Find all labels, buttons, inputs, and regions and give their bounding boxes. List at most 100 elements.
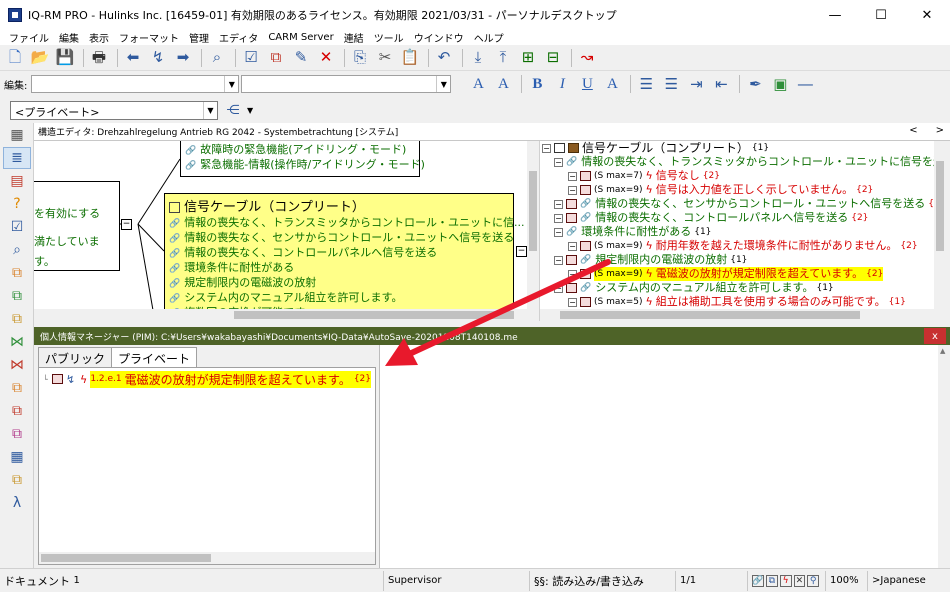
- expand-tree-icon[interactable]: ⊞: [517, 47, 539, 69]
- vertical-scrollbar[interactable]: ▲: [938, 345, 950, 568]
- nav-next-button[interactable]: >: [936, 125, 944, 136]
- collapse-toggle[interactable]: −: [554, 199, 563, 209]
- pencil-icon[interactable]: ✎: [290, 47, 312, 69]
- vertical-scrollbar[interactable]: [934, 141, 946, 321]
- scroll-up-icon[interactable]: ▲: [940, 347, 945, 355]
- pim-list[interactable]: └ ↯ ϟ 1.2.e.1 電磁波の放射が規定制限を超えています。 {2}: [38, 367, 376, 565]
- collapse-tree-icon[interactable]: ⊟: [542, 47, 564, 69]
- tree-row[interactable]: − (S max=9) ϟ 耐用年数を越えた環境条件に耐性がありません。 {2}: [568, 239, 918, 253]
- open-folder-icon[interactable]: 📂: [29, 47, 51, 69]
- close-filter-icon[interactable]: ✕: [793, 574, 806, 587]
- collapse-toggle[interactable]: −: [554, 213, 563, 223]
- collapse-toggle[interactable]: −: [516, 246, 527, 257]
- share-network-icon[interactable]: ⋲: [222, 99, 244, 121]
- tree-row[interactable]: − (S max=9) ϟ 信号は入力値を正しく示していません。 {2}: [568, 183, 873, 197]
- undo-icon[interactable]: ↶: [433, 47, 455, 69]
- indent-icon[interactable]: ⇥: [685, 73, 707, 95]
- tree-yellow-alt-icon[interactable]: ⧉: [3, 469, 31, 491]
- pim-close-button[interactable]: x: [924, 328, 946, 344]
- underline-button[interactable]: U: [576, 73, 598, 95]
- horizontal-scrollbar[interactable]: [540, 309, 935, 321]
- network-green-icon[interactable]: ⋈: [3, 331, 31, 353]
- tree-row[interactable]: − (S max=5) ϟ 組立は補助工具を使用する場合のみ可能です。 {1}: [568, 295, 906, 309]
- emergency-function-node[interactable]: 🔗 故障時の緊急機能(アイドリング・モード) 🔗 緊急機能-情報(操作時/アイドリン…: [180, 141, 425, 177]
- vertical-scrollbar[interactable]: [527, 141, 539, 321]
- copy-icon[interactable]: ⎘: [349, 47, 371, 69]
- search-list-icon[interactable]: ⌕: [3, 239, 31, 261]
- structure-graph[interactable]: 🔗 故障時の緊急機能(アイドリング・モード) 🔗 緊急機能-情報(操作時/アイドリン…: [34, 141, 539, 321]
- grow-font-button[interactable]: A: [467, 73, 489, 95]
- back-arrow-icon[interactable]: ⬅: [122, 47, 144, 69]
- save-icon[interactable]: 💾: [54, 47, 76, 69]
- signal-cable-node[interactable]: 信号ケーブル（コンプリート） 🔗 情報の喪失なく、トランスミッタからコントロール・…: [164, 193, 525, 319]
- chevron-down-icon[interactable]: ▼: [203, 101, 217, 119]
- menu-link[interactable]: 連結: [344, 30, 364, 45]
- italic-button[interactable]: I: [551, 73, 573, 95]
- tree-row[interactable]: − 🔗 規定制限内の電磁波の放射 {1}: [554, 253, 747, 267]
- tree-row[interactable]: − 🔗 情報の喪失なく、センサからコントロール・ユニットへ信号を送る {2}: [554, 197, 945, 211]
- tree-green-icon[interactable]: ⧉: [3, 285, 31, 307]
- new-document-icon[interactable]: 🗋: [4, 47, 26, 69]
- collapse-toggle[interactable]: −: [568, 241, 577, 251]
- menu-help[interactable]: ヘルプ: [474, 30, 504, 45]
- chevron-down-icon[interactable]: ▼: [436, 76, 450, 92]
- outdent-icon[interactable]: ⇤: [710, 73, 732, 95]
- menu-carm-server[interactable]: CARM Server: [268, 32, 333, 43]
- tree-row-selected[interactable]: − (S max=9) ϟ 電磁波の放射が規定制限を超えています。 {2}: [568, 267, 884, 281]
- jump-icon[interactable]: ↯: [147, 47, 169, 69]
- menu-view[interactable]: 表示: [89, 30, 109, 45]
- bold-button[interactable]: B: [526, 73, 548, 95]
- menu-edit[interactable]: 編集: [59, 30, 79, 45]
- bullet-list-icon[interactable]: ☰: [660, 73, 682, 95]
- link-icon[interactable]: ↝: [576, 47, 598, 69]
- structure-tree[interactable]: − 信号ケーブル（コンプリート） {1} − 🔗 情報の喪失なく、トランスミッタ…: [539, 141, 946, 321]
- collapse-toggle[interactable]: −: [568, 269, 577, 279]
- collapse-toggle[interactable]: −: [554, 283, 563, 293]
- font-color-button[interactable]: A: [601, 73, 623, 95]
- scroll-thumb[interactable]: [560, 311, 860, 319]
- horizontal-scrollbar[interactable]: [34, 309, 527, 321]
- image-icon[interactable]: ▣: [769, 73, 791, 95]
- list-item[interactable]: └ ↯ ϟ 1.2.e.1 電磁波の放射が規定制限を超えています。 {2}: [43, 370, 372, 388]
- numbered-list-icon[interactable]: ☰: [635, 73, 657, 95]
- chevron-down-icon[interactable]: ▼: [247, 106, 253, 115]
- menu-tools[interactable]: ツール: [374, 30, 404, 45]
- tree-filter-icon[interactable]: ⧉: [766, 574, 778, 587]
- tree-row[interactable]: − 🔗 環境条件に耐性がある {1}: [554, 225, 711, 239]
- collapse-toggle[interactable]: −: [554, 157, 563, 167]
- forward-arrow-icon[interactable]: ➡: [172, 47, 194, 69]
- menu-file[interactable]: ファイル: [9, 30, 49, 45]
- paste-icon[interactable]: 📋: [399, 47, 421, 69]
- shrink-font-button[interactable]: A: [492, 73, 514, 95]
- collapse-toggle[interactable]: −: [542, 143, 551, 153]
- horizontal-line-icon[interactable]: ―: [794, 73, 816, 95]
- font-combo[interactable]: ▼: [31, 75, 240, 93]
- cut-icon[interactable]: ✂: [374, 47, 396, 69]
- pin-icon[interactable]: ⚲: [807, 574, 819, 587]
- collapse-toggle[interactable]: −: [568, 297, 577, 307]
- pim-detail-panel[interactable]: ▲: [380, 345, 950, 568]
- print-icon[interactable]: 🖶: [88, 47, 110, 69]
- tree-row[interactable]: − 信号ケーブル（コンプリート） {1}: [542, 141, 769, 155]
- tree-row[interactable]: − (S max=7) ϟ 信号なし {2}: [568, 169, 720, 183]
- structure-tree-icon[interactable]: ⧉: [265, 47, 287, 69]
- menu-editor[interactable]: エディタ: [219, 30, 258, 45]
- binoculars-icon[interactable]: ⌕: [206, 47, 228, 69]
- network-red-icon[interactable]: ⋈: [3, 354, 31, 376]
- failure-filter-icon[interactable]: ϟ: [779, 574, 792, 587]
- help-icon[interactable]: ?: [3, 193, 31, 215]
- maximize-button[interactable]: ☐: [858, 0, 904, 30]
- tree-yellow-icon[interactable]: ⧉: [3, 308, 31, 330]
- table-icon[interactable]: ▦: [3, 446, 31, 468]
- scroll-thumb[interactable]: [41, 554, 211, 562]
- tab-private[interactable]: プライベート: [111, 347, 198, 367]
- tab-public[interactable]: パブリック: [38, 347, 113, 367]
- matrix-view-icon[interactable]: ▤: [3, 170, 31, 192]
- minimize-button[interactable]: —: [812, 0, 858, 30]
- collapse-toggle[interactable]: −: [554, 255, 563, 265]
- menu-window[interactable]: ウインドウ: [414, 30, 464, 45]
- chevron-down-icon[interactable]: ▼: [224, 76, 238, 92]
- view-select[interactable]: <プライベート> ▼: [10, 100, 218, 120]
- move-down-icon[interactable]: ⤓: [467, 47, 489, 69]
- scroll-thumb[interactable]: [529, 171, 537, 251]
